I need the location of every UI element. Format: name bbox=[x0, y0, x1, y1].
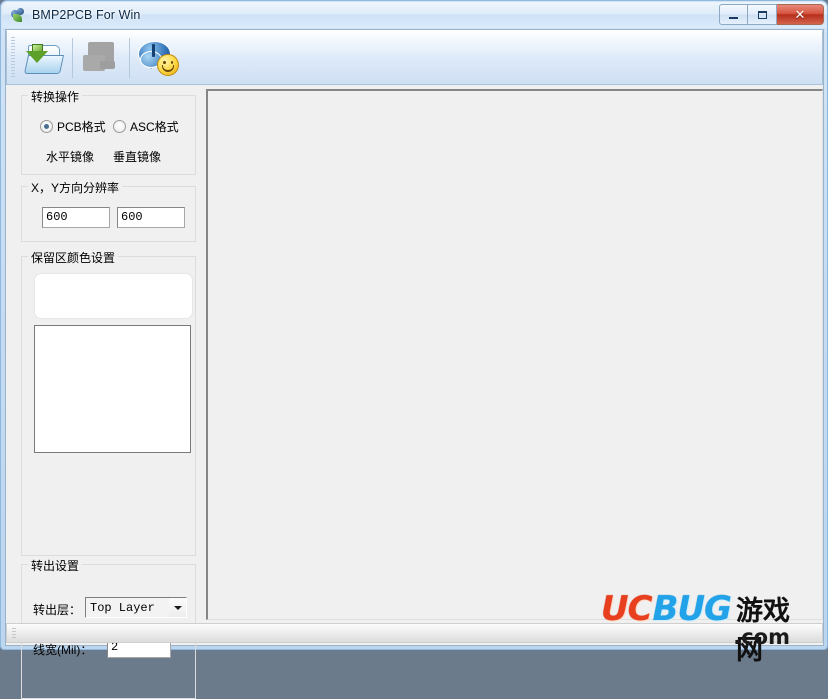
app-window: BMP2PCB For Win ✕ 转换操作 PCB格式 ASC格式 水平镜像 … bbox=[0, 0, 828, 699]
maximize-icon bbox=[757, 10, 767, 19]
minimize-button[interactable] bbox=[719, 4, 748, 25]
chevron-down-icon[interactable] bbox=[169, 598, 186, 617]
status-grip-icon bbox=[12, 628, 16, 639]
reserve-color-group: 保留区颜色设置 bbox=[21, 249, 196, 556]
title-bar[interactable]: BMP2PCB For Win ✕ bbox=[2, 2, 827, 28]
resolution-y-input[interactable]: 600 bbox=[117, 207, 185, 228]
radio-asc-indicator bbox=[113, 120, 126, 133]
radio-asc-format[interactable]: ASC格式 bbox=[113, 118, 179, 135]
chat-smiley-icon bbox=[137, 40, 179, 76]
toolbar bbox=[6, 30, 823, 85]
mirror-vertical-option[interactable]: 垂直镜像 bbox=[113, 148, 161, 165]
convert-group-legend: 转换操作 bbox=[28, 88, 83, 105]
app-icon bbox=[10, 7, 26, 23]
status-bar bbox=[6, 623, 823, 643]
window-title: BMP2PCB For Win bbox=[32, 8, 141, 22]
export-layer-value: Top Layer bbox=[90, 600, 155, 615]
maximize-button[interactable] bbox=[748, 4, 777, 25]
mirror-vertical-label: 垂直镜像 bbox=[113, 150, 162, 164]
toolbar-separator bbox=[72, 37, 73, 78]
minimize-icon bbox=[729, 16, 738, 19]
color-list-box[interactable] bbox=[34, 325, 191, 453]
export-group-legend: 转出设置 bbox=[28, 557, 83, 574]
radio-pcb-indicator bbox=[40, 120, 53, 133]
save-file-button[interactable] bbox=[75, 34, 127, 82]
about-button[interactable] bbox=[132, 34, 184, 82]
mirror-horizontal-option[interactable]: 水平镜像 bbox=[46, 148, 94, 165]
color-preview-panel[interactable] bbox=[34, 273, 193, 319]
radio-pcb-label: PCB格式 bbox=[57, 120, 106, 134]
window-controls: ✕ bbox=[719, 4, 824, 25]
radio-asc-label: ASC格式 bbox=[130, 120, 179, 134]
close-button[interactable]: ✕ bbox=[777, 4, 824, 25]
image-canvas[interactable] bbox=[206, 89, 823, 620]
resolution-group-legend: X，Y方向分辨率 bbox=[28, 179, 123, 196]
settings-pane: 转换操作 PCB格式 ASC格式 水平镜像 垂直镜像 X，Y方向分辨率 600 … bbox=[6, 86, 206, 699]
resolution-x-input[interactable]: 600 bbox=[42, 207, 110, 228]
export-layer-label: 转出层： bbox=[33, 603, 82, 617]
close-icon: ✕ bbox=[794, 7, 806, 22]
open-file-button[interactable] bbox=[18, 34, 70, 82]
toolbar-separator bbox=[129, 37, 130, 78]
toolbar-grip[interactable] bbox=[11, 36, 15, 79]
resolution-group: X，Y方向分辨率 600 600 bbox=[21, 179, 196, 242]
convert-group: 转换操作 PCB格式 ASC格式 水平镜像 垂直镜像 bbox=[21, 88, 196, 175]
radio-pcb-format[interactable]: PCB格式 bbox=[40, 118, 106, 135]
reserve-color-group-legend: 保留区颜色设置 bbox=[28, 249, 119, 266]
mirror-horizontal-label: 水平镜像 bbox=[46, 150, 95, 164]
export-layer-select[interactable]: Top Layer bbox=[85, 597, 187, 618]
save-disabled-icon bbox=[81, 41, 121, 75]
open-folder-icon bbox=[23, 41, 65, 75]
